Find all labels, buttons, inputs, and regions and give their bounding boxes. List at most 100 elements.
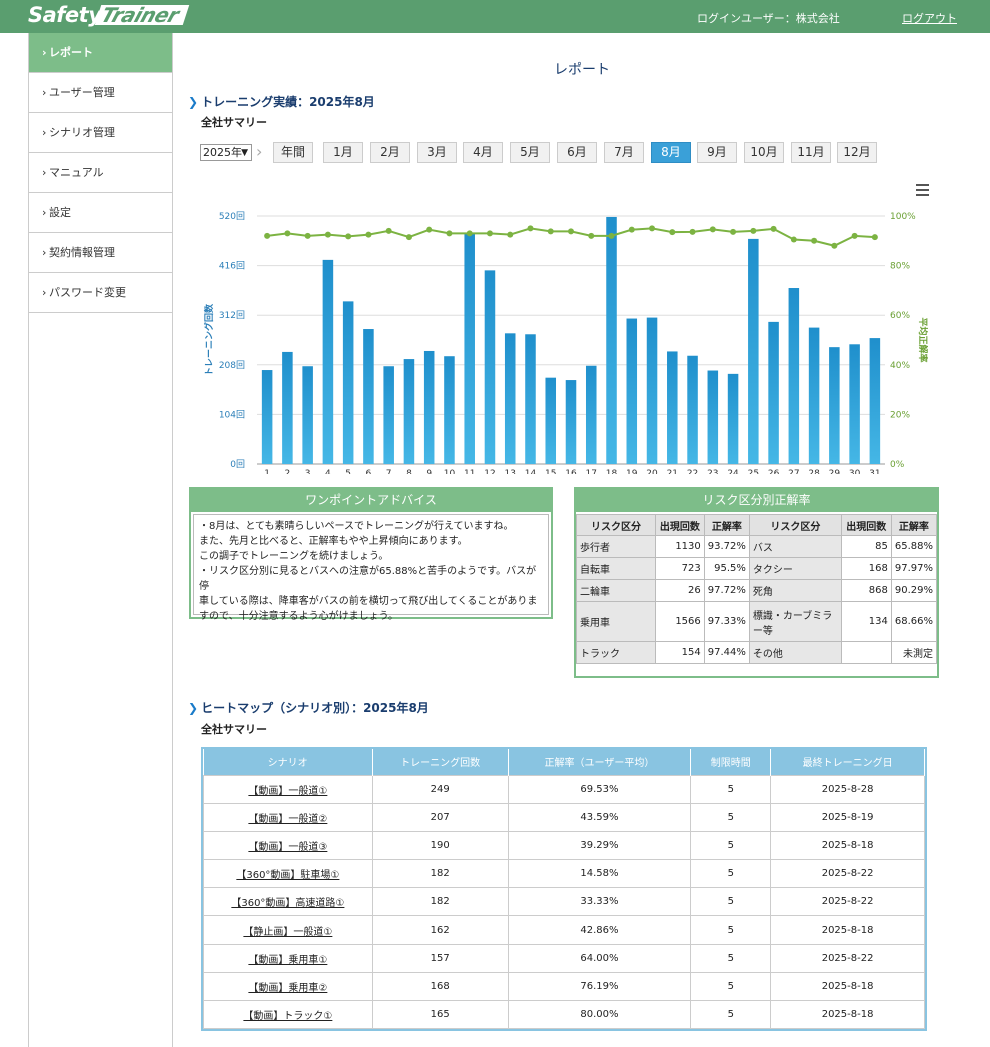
bar[interactable] bbox=[727, 373, 739, 464]
chevron-right-icon: › bbox=[42, 206, 47, 219]
bar[interactable] bbox=[484, 270, 496, 464]
line-point[interactable] bbox=[790, 236, 797, 243]
line-point[interactable] bbox=[831, 242, 838, 249]
table-row: 【360°動画】駐車場① 182 14.58% 5 2025-8-22 bbox=[203, 859, 925, 889]
sidebar-item-5[interactable]: › 契約情報管理 bbox=[29, 233, 172, 273]
scenario-link[interactable]: 【動画】トラック① bbox=[243, 1011, 332, 1022]
month-button-2[interactable]: 2月 bbox=[370, 142, 410, 163]
line-point[interactable] bbox=[730, 228, 737, 235]
month-button-1[interactable]: 1月 bbox=[323, 142, 363, 163]
bar[interactable] bbox=[322, 259, 334, 464]
bar[interactable] bbox=[748, 238, 759, 464]
month-button-8[interactable]: 8月 bbox=[651, 142, 691, 163]
sidebar-item-3[interactable]: › マニュアル bbox=[29, 153, 172, 193]
bar[interactable] bbox=[504, 333, 516, 464]
line-point[interactable] bbox=[426, 226, 433, 233]
bar[interactable] bbox=[849, 344, 860, 464]
bar[interactable] bbox=[302, 366, 313, 464]
bar[interactable] bbox=[869, 338, 881, 464]
line-point[interactable] bbox=[689, 228, 696, 235]
bar[interactable] bbox=[423, 350, 435, 464]
month-button-0[interactable]: 年間 bbox=[273, 142, 313, 163]
line-point[interactable] bbox=[446, 230, 453, 237]
scenario-link[interactable]: 【動画】一般道③ bbox=[248, 842, 327, 853]
line-point[interactable] bbox=[628, 226, 635, 233]
line-point[interactable] bbox=[527, 225, 534, 232]
x-tick-label: 7 bbox=[386, 469, 392, 474]
bar[interactable] bbox=[829, 347, 840, 464]
month-button-12[interactable]: 12月 bbox=[837, 142, 877, 163]
scenario-link[interactable]: 【360°動画】高速道路① bbox=[231, 898, 344, 909]
bar[interactable] bbox=[444, 356, 455, 464]
month-button-10[interactable]: 10月 bbox=[744, 142, 784, 163]
bar[interactable] bbox=[565, 380, 577, 464]
bar[interactable] bbox=[667, 351, 678, 464]
line-point[interactable] bbox=[284, 230, 291, 237]
x-tick-label: 19 bbox=[626, 469, 638, 474]
line-point[interactable] bbox=[608, 232, 615, 239]
month-button-3[interactable]: 3月 bbox=[417, 142, 457, 163]
bar[interactable] bbox=[646, 317, 658, 464]
bar[interactable] bbox=[768, 321, 779, 464]
line-point[interactable] bbox=[568, 228, 574, 235]
line-point[interactable] bbox=[770, 225, 777, 232]
scenario-link[interactable]: 【動画】一般道① bbox=[248, 786, 327, 797]
bar[interactable] bbox=[282, 351, 293, 464]
line-point[interactable] bbox=[588, 232, 595, 239]
line-point[interactable] bbox=[304, 232, 311, 239]
line-point[interactable] bbox=[507, 231, 514, 238]
line-point[interactable] bbox=[405, 234, 412, 241]
line-point[interactable] bbox=[649, 225, 656, 232]
bar[interactable] bbox=[363, 329, 374, 464]
line-point[interactable] bbox=[466, 230, 473, 237]
bar[interactable] bbox=[545, 377, 557, 464]
bar[interactable] bbox=[626, 318, 638, 464]
month-button-5[interactable]: 5月 bbox=[510, 142, 550, 163]
line-point[interactable] bbox=[669, 229, 676, 236]
line-point[interactable] bbox=[709, 226, 716, 233]
bar[interactable] bbox=[585, 365, 597, 464]
line-point[interactable] bbox=[851, 232, 858, 239]
line-point[interactable] bbox=[811, 237, 818, 244]
bar[interactable] bbox=[383, 366, 394, 464]
scenario-link[interactable]: 【360°動画】駐車場① bbox=[236, 870, 339, 881]
line-point[interactable] bbox=[264, 232, 271, 239]
month-button-6[interactable]: 6月 bbox=[557, 142, 597, 163]
month-button-9[interactable]: 9月 bbox=[697, 142, 737, 163]
line-point[interactable] bbox=[486, 230, 493, 237]
bar[interactable] bbox=[342, 301, 354, 464]
bar[interactable] bbox=[525, 334, 536, 464]
chart-menu-icon[interactable] bbox=[916, 184, 929, 196]
month-button-11[interactable]: 11月 bbox=[791, 142, 831, 163]
line-point[interactable] bbox=[750, 227, 757, 234]
line-point[interactable] bbox=[345, 233, 352, 240]
line-point[interactable] bbox=[547, 228, 554, 235]
month-button-7[interactable]: 7月 bbox=[604, 142, 644, 163]
line-point[interactable] bbox=[365, 231, 372, 238]
year-select[interactable]: 2025年 ▼ bbox=[200, 144, 252, 161]
scenario-link[interactable]: 【静止画】一般道① bbox=[243, 927, 332, 938]
sidebar-item-2[interactable]: › シナリオ管理 bbox=[29, 113, 172, 153]
logout-link[interactable]: ログアウト bbox=[902, 10, 957, 26]
sidebar-item-1[interactable]: › ユーザー管理 bbox=[29, 73, 172, 113]
bar[interactable] bbox=[261, 370, 273, 464]
line-point[interactable] bbox=[871, 234, 878, 241]
month-button-4[interactable]: 4月 bbox=[463, 142, 503, 163]
bar[interactable] bbox=[606, 216, 617, 464]
bar[interactable] bbox=[687, 355, 698, 464]
sidebar-item-0[interactable]: › レポート bbox=[29, 33, 172, 73]
bar[interactable] bbox=[403, 359, 415, 464]
scenario-link[interactable]: 【動画】乗用車① bbox=[248, 955, 327, 966]
sidebar-item-4[interactable]: › 設定 bbox=[29, 193, 172, 233]
scenario-link[interactable]: 【動画】一般道② bbox=[248, 814, 327, 825]
line-point[interactable] bbox=[324, 231, 331, 238]
bar[interactable] bbox=[788, 288, 800, 464]
bar[interactable] bbox=[808, 327, 820, 464]
sidebar-item-6[interactable]: › パスワード変更 bbox=[29, 273, 172, 313]
prev-chevron-icon[interactable]: › bbox=[256, 142, 262, 161]
bar[interactable] bbox=[707, 370, 719, 464]
bar[interactable] bbox=[464, 233, 475, 464]
line-point[interactable] bbox=[385, 227, 392, 234]
scenario-link[interactable]: 【動画】乗用車② bbox=[248, 983, 327, 994]
safety-trainer-logo[interactable]: SafetyTrainer bbox=[28, 3, 190, 29]
